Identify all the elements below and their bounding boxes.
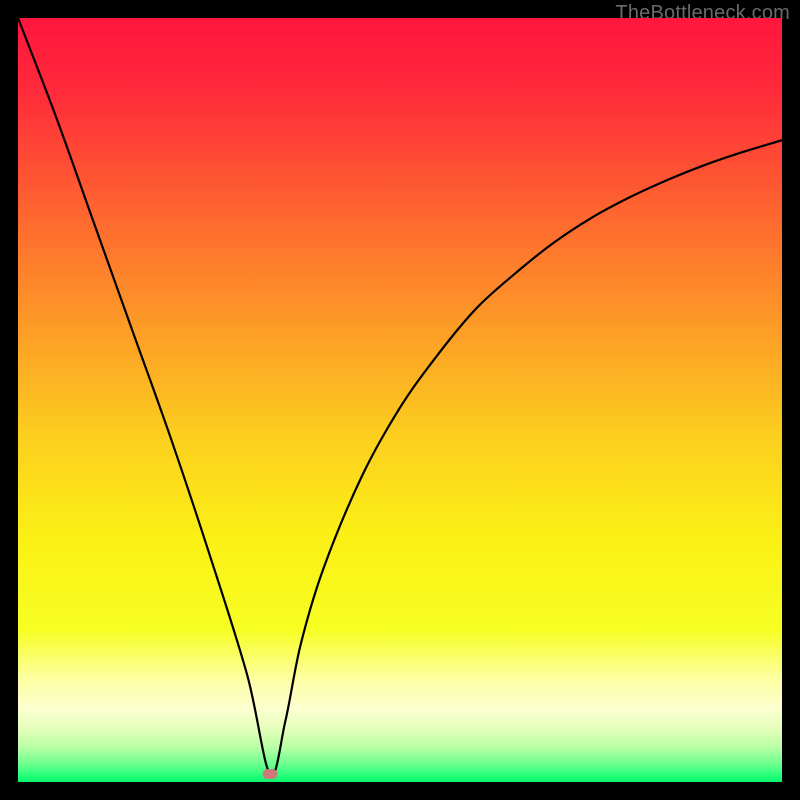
plot-area (18, 18, 782, 782)
bottleneck-curve (18, 18, 782, 775)
optimum-marker (263, 769, 278, 779)
curve-layer (18, 18, 782, 782)
chart-frame (18, 18, 782, 782)
